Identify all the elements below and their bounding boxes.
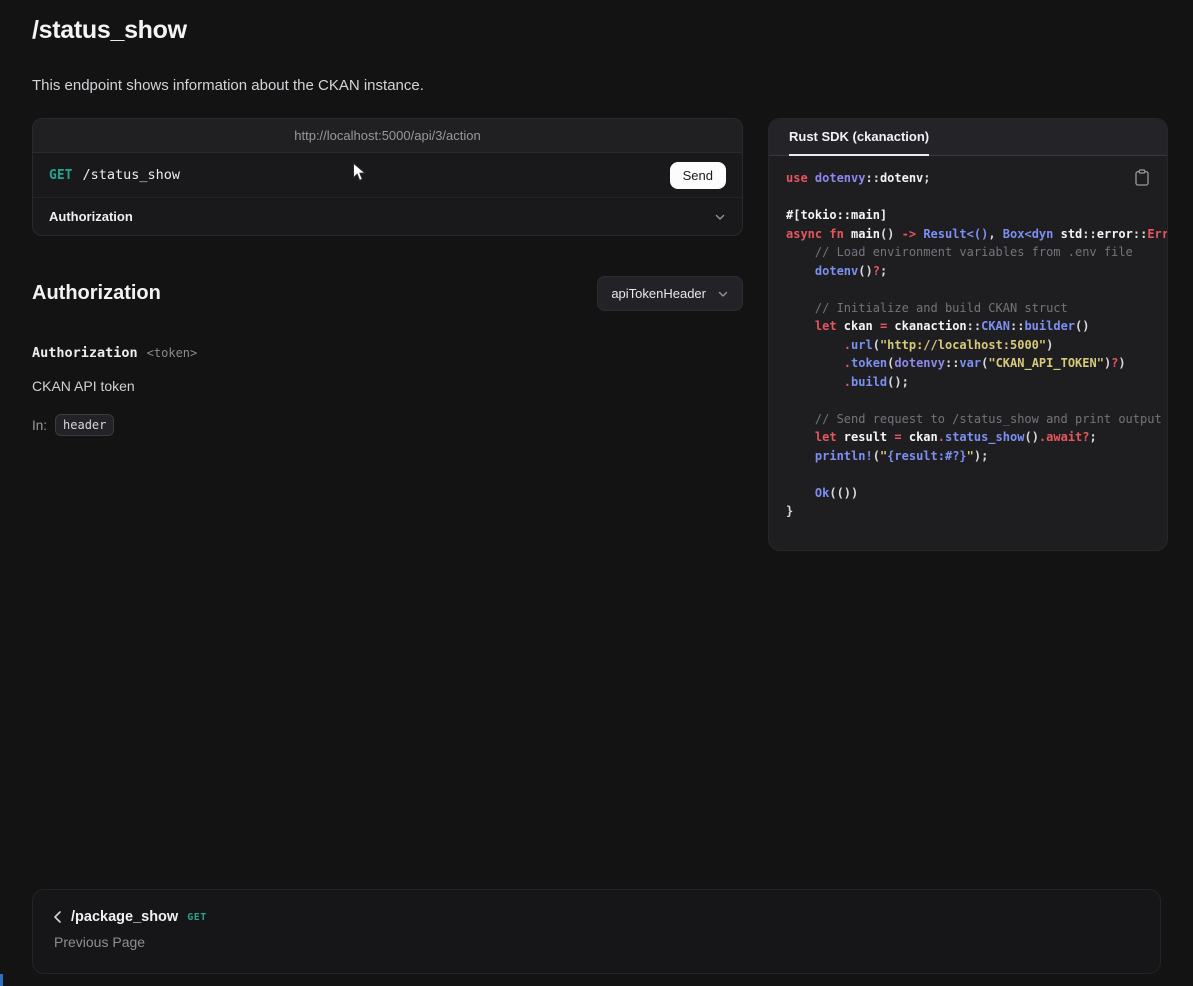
chevron-down-icon — [714, 211, 726, 223]
sdk-code-panel: Rust SDK (ckanaction) use dotenvy::doten… — [768, 118, 1168, 551]
chevron-left-icon — [53, 911, 62, 923]
send-button[interactable]: Send — [670, 162, 726, 189]
auth-scheme-selector[interactable]: apiTokenHeader — [597, 276, 743, 311]
tab-rust-sdk[interactable]: Rust SDK (ckanaction) — [789, 119, 929, 156]
page-edge-indicator — [0, 974, 3, 986]
http-method-badge: GET — [49, 168, 72, 183]
previous-page-card[interactable]: /package_show GET Previous Page — [32, 889, 1161, 974]
auth-parameter-block: Authorization <token> CKAN API token In:… — [32, 345, 743, 436]
previous-page-label: Previous Page — [54, 934, 1140, 950]
code-block: use dotenvy::dotenv;#[tokio::main]async … — [769, 156, 1167, 551]
copy-icon[interactable] — [1133, 167, 1151, 188]
auth-accordion-toggle[interactable]: Authorization — [33, 198, 742, 235]
api-request-card: http://localhost:5000/api/3/action GET /… — [32, 118, 743, 236]
code-area: use dotenvy::dotenv;#[tokio::main]async … — [769, 156, 1167, 551]
request-row: GET /status_show Send — [33, 153, 742, 198]
previous-endpoint-method: GET — [187, 912, 207, 923]
param-name: Authorization — [32, 345, 138, 361]
previous-endpoint-path: /package_show — [71, 909, 178, 925]
sdk-panel-header: Rust SDK (ckanaction) — [769, 119, 1167, 156]
param-head: Authorization <token> — [32, 345, 743, 361]
page-title: /status_show — [32, 16, 187, 45]
base-url-bar[interactable]: http://localhost:5000/api/3/action — [33, 119, 742, 153]
param-type: <token> — [147, 346, 198, 360]
endpoint-description: This endpoint shows information about th… — [32, 77, 424, 94]
chevron-down-icon — [717, 288, 729, 300]
previous-page-row: /package_show GET — [53, 909, 1140, 925]
auth-scheme-value: apiTokenHeader — [611, 286, 706, 301]
param-description: CKAN API token — [32, 378, 743, 394]
base-url-text: http://localhost:5000/api/3/action — [294, 128, 480, 143]
authorization-heading: Authorization — [32, 282, 161, 305]
authorization-section-header: Authorization apiTokenHeader — [32, 276, 743, 311]
in-value-badge: header — [55, 414, 114, 436]
auth-row-label: Authorization — [49, 209, 133, 224]
endpoint-path: /status_show — [82, 167, 180, 183]
in-label: In: — [32, 418, 47, 433]
param-in-row: In: header — [32, 414, 743, 436]
